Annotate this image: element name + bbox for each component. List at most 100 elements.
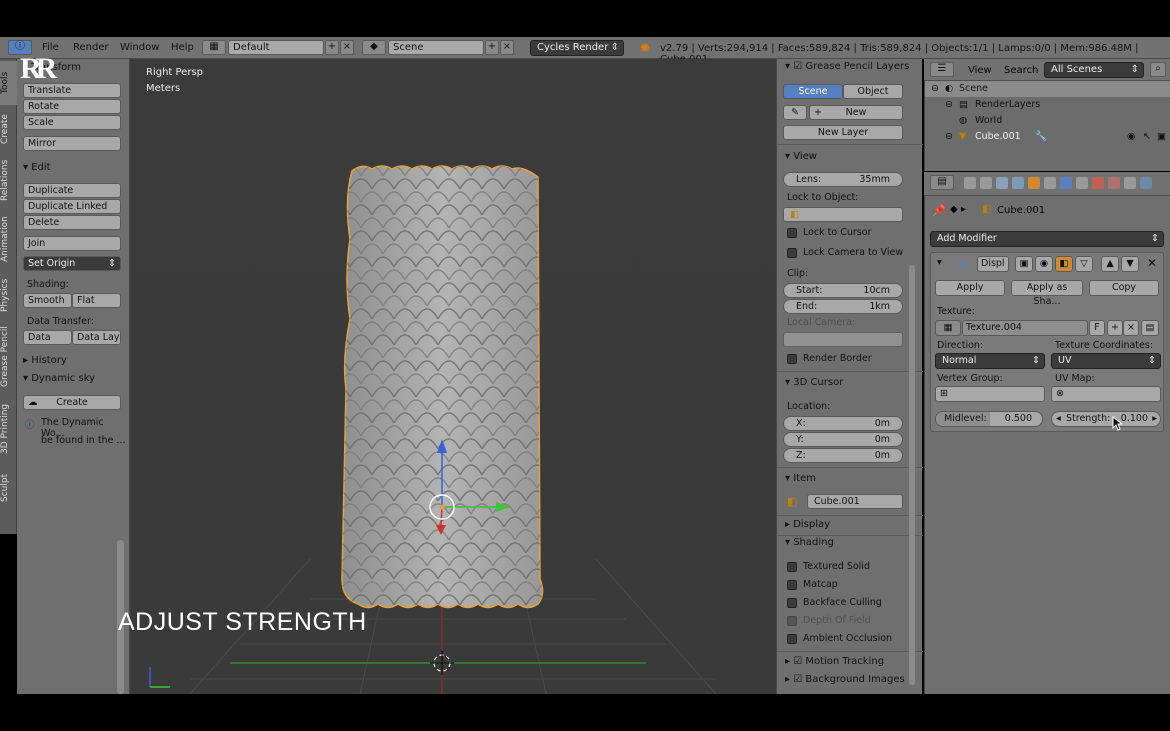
texture-tab-icon[interactable] bbox=[1108, 177, 1120, 189]
mirror-button[interactable]: Mirror bbox=[23, 136, 121, 151]
flat-button[interactable]: Flat bbox=[72, 293, 121, 308]
join-button[interactable]: Join bbox=[23, 236, 121, 251]
new-texture-icon[interactable]: + bbox=[1107, 320, 1123, 336]
outliner-row-scene[interactable]: ⊖ ◐ Scene bbox=[925, 81, 1170, 97]
gp-object-tab[interactable]: Object bbox=[843, 84, 903, 99]
motion-tracking-header[interactable]: ▸ ☑ Motion Tracking bbox=[785, 656, 884, 667]
clip-end-field[interactable]: End: 1km bbox=[783, 299, 903, 314]
cursor-z-field[interactable]: Z: 0m bbox=[783, 448, 903, 463]
outliner-row-world[interactable]: ◍ World bbox=[925, 113, 1170, 129]
move-up-icon[interactable]: ▲ bbox=[1101, 256, 1119, 272]
texture-settings-icon[interactable]: ▤ bbox=[1141, 320, 1159, 336]
lock-to-cursor-checkbox[interactable] bbox=[787, 228, 797, 238]
duplicate-linked-button[interactable]: Duplicate Linked bbox=[23, 199, 121, 214]
shading-header[interactable]: ▾ Shading bbox=[785, 537, 834, 548]
tab-sculpt[interactable]: Sculpt bbox=[0, 465, 17, 511]
unlink-texture-icon[interactable]: × bbox=[1123, 320, 1139, 336]
outliner-editor-icon[interactable]: ☰ bbox=[930, 62, 954, 77]
tab-animation[interactable]: Animation bbox=[0, 209, 17, 269]
direction-select[interactable]: Normal ⇕ bbox=[935, 353, 1045, 369]
data-tab-icon[interactable] bbox=[1076, 177, 1088, 189]
vertex-group-field[interactable]: ⊞ bbox=[935, 386, 1045, 402]
copy-button[interactable]: Copy bbox=[1089, 280, 1159, 296]
menu-help[interactable]: Help bbox=[171, 42, 194, 53]
tab-relations[interactable]: Relations bbox=[0, 153, 17, 207]
set-origin-select[interactable]: Set Origin ⇕ bbox=[23, 256, 121, 271]
physics-tab-icon[interactable] bbox=[1140, 177, 1152, 189]
lock-object-field[interactable]: ◧ bbox=[783, 207, 903, 222]
outliner-search-icon[interactable]: ⌕ bbox=[1150, 62, 1166, 77]
modifier-tab-icon[interactable] bbox=[1060, 177, 1072, 189]
rotate-button[interactable]: Rotate bbox=[23, 99, 121, 114]
scene-field[interactable]: Scene bbox=[388, 40, 484, 55]
apply-button[interactable]: Apply bbox=[935, 280, 1005, 296]
collapse-modifier-icon[interactable]: ▾ bbox=[937, 257, 942, 268]
lens-field[interactable]: Lens: 35mm bbox=[783, 172, 903, 187]
3d-cursor-header[interactable]: ▾ 3D Cursor bbox=[785, 377, 843, 388]
add-modifier-select[interactable]: Add Modifier ⇕ bbox=[930, 231, 1164, 247]
pin-icon[interactable]: 📌 bbox=[932, 204, 946, 217]
gp-new-button[interactable]: + New bbox=[809, 105, 903, 120]
outliner-filter-select[interactable]: All Scenes ⇕ bbox=[1044, 62, 1144, 78]
add-layout-icon[interactable]: + bbox=[325, 40, 339, 55]
ambient-occlusion-checkbox[interactable] bbox=[787, 634, 797, 644]
item-name-field[interactable]: Cube.001 bbox=[807, 494, 903, 509]
data-lay-button[interactable]: Data Lay bbox=[72, 330, 121, 345]
tab-tools[interactable]: Tools bbox=[0, 61, 17, 105]
constraints-tab-icon[interactable] bbox=[1044, 177, 1056, 189]
scene-icon[interactable]: ◆ bbox=[362, 40, 386, 55]
cursor-y-field[interactable]: Y: 0m bbox=[783, 432, 903, 447]
new-layer-button[interactable]: New Layer bbox=[783, 125, 903, 140]
render-engine-select[interactable]: Cycles Render ⇕ bbox=[530, 40, 624, 56]
midlevel-slider[interactable]: Midlevel: 0.500 bbox=[935, 411, 1043, 427]
show-editmode-icon[interactable]: ◧ bbox=[1055, 256, 1073, 272]
show-cage-icon[interactable]: ▽ bbox=[1075, 256, 1093, 272]
gp-scene-tab[interactable]: Scene bbox=[783, 84, 843, 99]
particles-tab-icon[interactable] bbox=[1124, 177, 1136, 189]
render-camera-icon[interactable]: ▣ bbox=[1157, 129, 1166, 145]
local-camera-field[interactable] bbox=[783, 332, 903, 347]
remove-layout-icon[interactable]: × bbox=[340, 40, 354, 55]
remove-scene-icon[interactable]: × bbox=[500, 40, 514, 55]
menu-render[interactable]: Render bbox=[73, 42, 109, 53]
outliner-row-cube[interactable]: ⊖ ▼ Cube.001 🔧 ◉ ↖ ▣ bbox=[925, 129, 1170, 145]
smooth-button[interactable]: Smooth bbox=[23, 293, 72, 308]
create-sky-button[interactable]: ☁ Create bbox=[23, 395, 121, 410]
lock-camera-checkbox[interactable] bbox=[787, 248, 797, 258]
x-manipulator[interactable] bbox=[440, 506, 443, 526]
add-scene-icon[interactable]: + bbox=[485, 40, 499, 55]
tab-create[interactable]: Create bbox=[0, 107, 17, 151]
view-header[interactable]: ▾ View bbox=[785, 151, 817, 162]
grease-pencil-header[interactable]: ▾ ☑ Grease Pencil Layers bbox=[785, 61, 909, 72]
gp-pencil-icon[interactable]: ✎ bbox=[783, 105, 807, 120]
move-down-icon[interactable]: ▼ bbox=[1121, 256, 1139, 272]
uv-map-field[interactable]: ⊗ bbox=[1051, 386, 1161, 402]
matcap-checkbox[interactable] bbox=[787, 580, 797, 590]
layers-tab-icon[interactable] bbox=[980, 177, 992, 189]
textured-solid-checkbox[interactable] bbox=[787, 562, 797, 572]
visibility-eye-icon[interactable]: ◉ bbox=[1127, 129, 1135, 145]
world-tab-icon[interactable] bbox=[1012, 177, 1024, 189]
menu-window[interactable]: Window bbox=[120, 42, 159, 53]
npanel-scrollbar[interactable] bbox=[909, 265, 915, 685]
render-border-checkbox[interactable] bbox=[787, 354, 797, 364]
3d-viewport[interactable]: Right Persp Meters bbox=[130, 59, 776, 694]
layout-icon[interactable]: ▦ bbox=[202, 40, 226, 55]
apply-as-shape-button[interactable]: Apply as Sha... bbox=[1011, 280, 1083, 307]
outliner-row-renderlayers[interactable]: ⊖ ▤ RenderLayers bbox=[925, 97, 1170, 113]
fake-user-toggle[interactable]: F bbox=[1089, 320, 1105, 336]
tab-3d-printing[interactable]: 3D Printing bbox=[0, 395, 17, 463]
data-button[interactable]: Data bbox=[23, 330, 72, 345]
render-tab-icon[interactable] bbox=[964, 177, 976, 189]
scene-tab-icon[interactable] bbox=[996, 177, 1008, 189]
object-tab-icon[interactable] bbox=[1028, 177, 1040, 189]
show-render-icon[interactable]: ▣ bbox=[1015, 256, 1033, 272]
layout-field[interactable]: Default bbox=[228, 40, 324, 55]
clip-start-field[interactable]: Start: 10cm bbox=[783, 283, 903, 298]
duplicate-button[interactable]: Duplicate bbox=[23, 183, 121, 198]
tab-grease-pencil[interactable]: Grease Pencil bbox=[0, 321, 17, 393]
outliner-view-menu[interactable]: View bbox=[968, 65, 992, 76]
delete-button[interactable]: Delete bbox=[23, 215, 121, 230]
background-images-header[interactable]: ▸ ☑ Background Images bbox=[785, 674, 905, 685]
remove-modifier-icon[interactable]: ✕ bbox=[1147, 256, 1157, 270]
